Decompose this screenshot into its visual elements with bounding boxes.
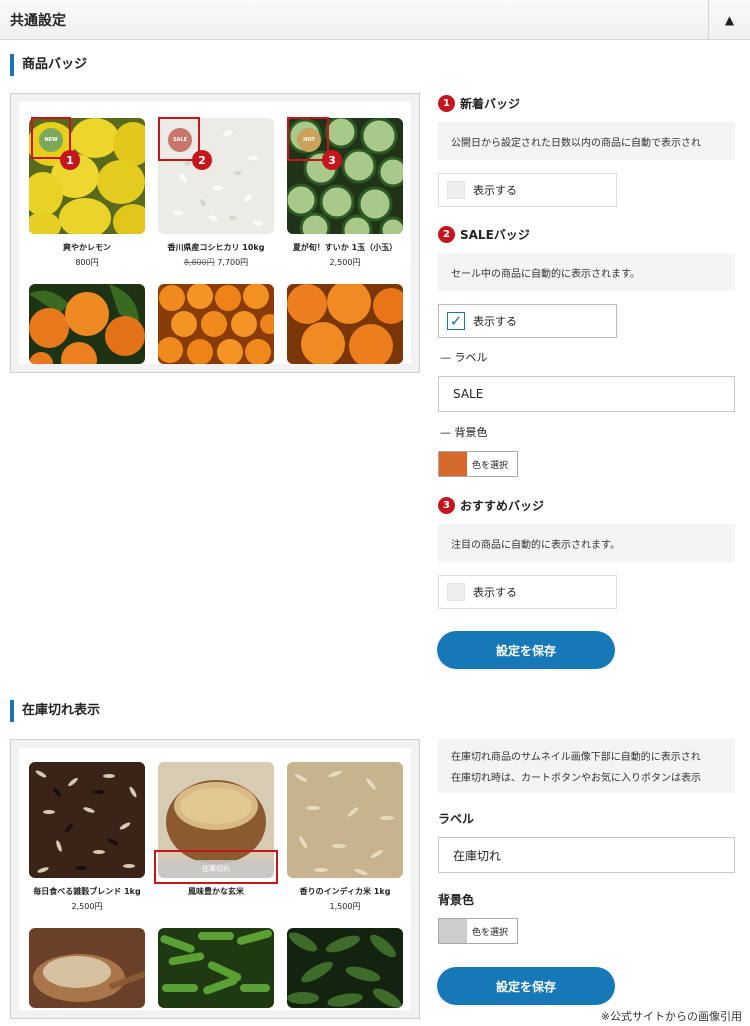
product-price: 8,800円 7,700円: [158, 257, 274, 268]
label-text: ラベル: [454, 351, 488, 364]
recommend-badge-heading: 3 おすすめバッジ: [438, 497, 544, 514]
soldout-preview: 毎日食べる雑穀ブレンド 1kg 2,500円 在庫切れ 風味豊かな玄米 香りのイ…: [10, 739, 420, 1019]
settings-header: 共通設定 ▲: [0, 0, 750, 40]
old-price: 8,800円: [183, 258, 215, 267]
soldout-label-title: ラベル: [438, 812, 475, 826]
checkbox-icon: [447, 181, 465, 199]
mandarin-image: [29, 284, 145, 364]
sale-badge-checkbox[interactable]: ✓ 表示する: [438, 304, 617, 338]
orange-image: [158, 284, 274, 364]
product-name: 香川県産コシヒカリ 10kg: [167, 243, 265, 252]
bg-color-label: — 背景色: [440, 426, 488, 439]
sale-color-picker[interactable]: 色を選択: [438, 451, 518, 477]
highlight-box: [154, 850, 278, 884]
new-badge-description: 公開日から設定された日数以内の商品に自動で表示され: [438, 122, 735, 160]
product-name: 爽やかレモン: [63, 243, 111, 252]
product-price: 2,500円: [71, 902, 103, 911]
recommend-badge-checkbox[interactable]: 表示する: [438, 575, 617, 609]
label-field-label: — ラベル: [440, 351, 488, 364]
badges-preview: NEW 爽やかレモン 800円 SALE 香川県産コシヒカリ 10kg 8,80…: [10, 93, 420, 373]
checkbox-label: 表示する: [473, 315, 517, 328]
soldout-description: 在庫切れ商品のサムネイル画像下部に自動的に表示され 在庫切れ時は、カートボタンや…: [438, 739, 735, 793]
soldout-color-picker[interactable]: 色を選択: [438, 918, 518, 944]
color-swatch: [439, 452, 467, 476]
footnote: ※公式サイトからの画像引用: [600, 1010, 742, 1023]
soldout-bg-title: 背景色: [438, 893, 475, 907]
product-price: 800円: [75, 258, 99, 267]
new-badge-title: 新着バッジ: [460, 97, 521, 111]
sale-price: 7,700円: [217, 258, 249, 267]
product-name: 香りのインディカ米 1kg: [299, 887, 391, 896]
color-picker-label: 色を選択: [472, 927, 509, 938]
checkbox-label: 表示する: [473, 586, 517, 599]
bg-color-text: 背景色: [454, 426, 488, 439]
new-badge-checkbox[interactable]: 表示する: [438, 173, 617, 207]
sale-badge-title: SALEバッジ: [460, 228, 530, 242]
sale-badge-heading: 2 SALEバッジ: [438, 226, 530, 243]
collapse-icon[interactable]: ▲: [708, 0, 750, 39]
marker-2: 2: [192, 150, 212, 170]
checkbox-icon: [447, 583, 465, 601]
product-name: 風味豊かな玄米: [188, 887, 244, 896]
color-picker-label: 色を選択: [472, 460, 509, 471]
product-name: 夏が旬！すいか 1玉（小玉）: [292, 243, 398, 252]
marker-3: 3: [322, 150, 342, 170]
product-price: 2,500円: [329, 258, 361, 267]
preview-inner: NEW 爽やかレモン 800円 SALE 香川県産コシヒカリ 10kg 8,80…: [19, 102, 411, 364]
number-icon: 3: [438, 497, 455, 514]
soldout-section-title: 在庫切れ表示: [10, 700, 100, 722]
soldout-label-input[interactable]: [438, 837, 735, 873]
sale-label-input[interactable]: [438, 376, 735, 412]
new-badge-heading: 1 新着バッジ: [438, 95, 520, 112]
soldout-desc-line: 在庫切れ時は、カートボタンやお気に入りボタンは表示: [451, 773, 701, 784]
number-icon: 2: [438, 226, 455, 243]
sale-badge-description: セール中の商品に自動的に表示されます。: [438, 253, 735, 291]
mixed-grain-image: [29, 762, 145, 878]
number-icon: 1: [438, 95, 455, 112]
dekopon-image: [287, 284, 403, 364]
green-bean-image: [158, 928, 274, 1008]
product-price: 1,500円: [329, 902, 361, 911]
save-badges-button[interactable]: 設定を保存: [437, 631, 615, 669]
cucumber-image: [287, 928, 403, 1008]
recommend-badge-description: 注目の商品に自動的に表示されます。: [438, 524, 735, 562]
marker-1: 1: [60, 150, 80, 170]
product-name: 毎日食べる雑穀ブレンド 1kg: [33, 887, 141, 896]
section-title: 共通設定: [10, 13, 66, 29]
indica-rice-image: [287, 762, 403, 878]
checkbox-label: 表示する: [473, 184, 517, 197]
grain-spoon-image: [29, 928, 145, 1008]
soldout-desc-line: 在庫切れ商品のサムネイル画像下部に自動的に表示され: [451, 752, 701, 763]
recommend-badge-title: おすすめバッジ: [460, 499, 545, 513]
save-soldout-button[interactable]: 設定を保存: [437, 967, 615, 1005]
color-swatch: [439, 919, 467, 943]
checkmark-icon: ✓: [447, 312, 465, 330]
badges-section-title: 商品バッジ: [10, 54, 87, 76]
